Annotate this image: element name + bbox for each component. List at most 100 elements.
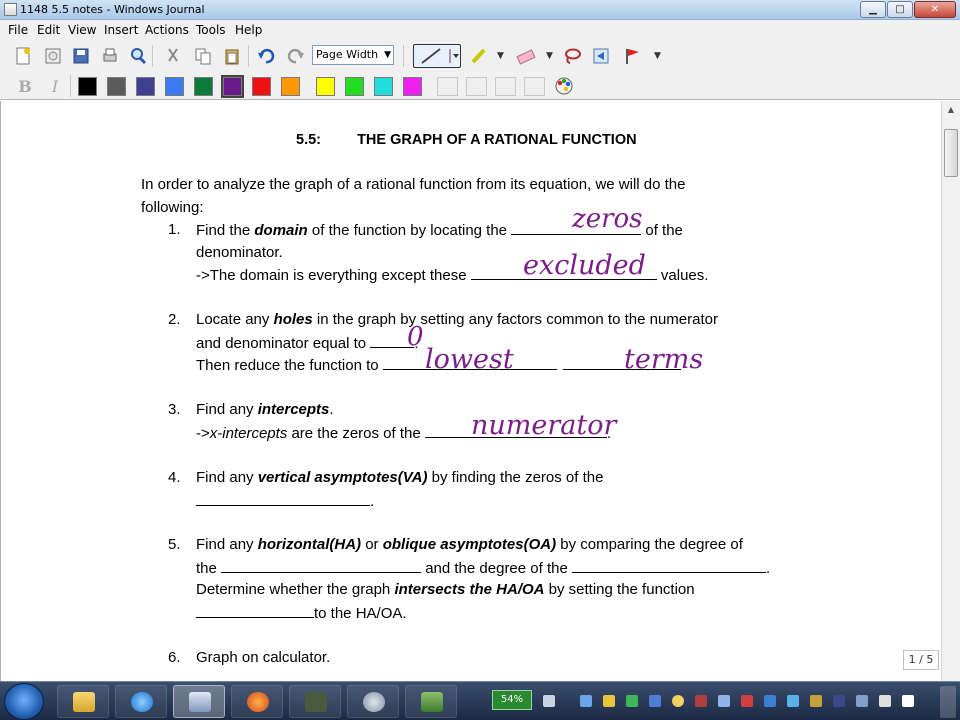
menu-help[interactable]: Help <box>235 23 262 37</box>
intro-line: following: <box>141 199 204 216</box>
color-swatch-green[interactable] <box>194 77 213 96</box>
tray-icon[interactable] <box>695 695 707 707</box>
close-button[interactable]: ✕ <box>914 1 956 18</box>
scroll-up-icon[interactable]: ▲ <box>942 101 960 119</box>
color-swatch-yellow[interactable] <box>316 77 335 96</box>
eraser-icon[interactable] <box>515 45 537 67</box>
chevron-down-icon[interactable]: ▼ <box>546 51 553 61</box>
menu-tools[interactable]: Tools <box>196 23 226 37</box>
undo-icon[interactable] <box>255 45 277 67</box>
intro-line: In order to analyze the graph of a ratio… <box>141 176 686 193</box>
tray-icon[interactable] <box>580 695 592 707</box>
volume-icon[interactable] <box>902 695 914 707</box>
color-swatch-blue[interactable] <box>165 77 184 96</box>
bold-icon[interactable]: B <box>14 75 36 97</box>
list-item-line: denominator. <box>196 244 283 261</box>
pen-width-slot[interactable] <box>524 77 545 96</box>
pen-width-slot[interactable] <box>466 77 487 96</box>
taskbar-app[interactable] <box>347 685 399 718</box>
list-number: 6. <box>168 649 181 666</box>
ie-icon <box>131 692 153 712</box>
pen-width-slot[interactable] <box>437 77 458 96</box>
tray-icon[interactable] <box>787 695 799 707</box>
find-icon[interactable] <box>127 45 149 67</box>
lasso-select-icon[interactable] <box>561 45 583 67</box>
paste-icon[interactable] <box>221 45 243 67</box>
pen-width-slot[interactable] <box>495 77 516 96</box>
taskbar-app[interactable] <box>405 685 457 718</box>
tray-icon[interactable] <box>603 695 615 707</box>
tray-icon[interactable] <box>833 695 845 707</box>
minimize-button[interactable]: ▁ <box>860 1 886 18</box>
folder-icon <box>73 692 95 712</box>
color-swatch-purple-selected[interactable] <box>221 75 244 98</box>
menu-edit[interactable]: Edit <box>37 23 60 37</box>
color-swatch-orange[interactable] <box>281 77 300 96</box>
save-icon[interactable] <box>70 45 92 67</box>
taskbar-internet-explorer[interactable] <box>115 685 167 718</box>
flag-icon[interactable] <box>621 45 643 67</box>
taskbar: 54% <box>0 681 960 720</box>
zoom-dropdown[interactable]: Page Width ▼ <box>312 45 394 65</box>
color-swatch-navy[interactable] <box>136 77 155 96</box>
battery-indicator[interactable]: 54% <box>492 690 532 710</box>
color-swatch-gray[interactable] <box>107 77 126 96</box>
vertical-scrollbar[interactable]: ▲ <box>941 101 960 681</box>
scroll-thumb[interactable] <box>944 129 958 177</box>
window-title: 1148 5.5 notes - Windows Journal <box>20 3 205 16</box>
menu-actions[interactable]: Actions <box>145 23 189 37</box>
highlighter-icon[interactable] <box>468 45 490 67</box>
color-swatch-black[interactable] <box>78 77 97 96</box>
italic-icon[interactable]: I <box>44 75 66 97</box>
journal-icon <box>189 692 211 712</box>
tray-icon[interactable] <box>649 695 661 707</box>
taskbar-app[interactable] <box>289 685 341 718</box>
chevron-down-icon: ▼ <box>384 50 391 60</box>
new-note-icon[interactable] <box>12 45 34 67</box>
tray-icon[interactable] <box>856 695 868 707</box>
standard-toolbar: Page Width ▼ ▼ ▼ ▼ <box>0 40 960 72</box>
page-title: 5.5: THE GRAPH OF A RATIONAL FUNCTION <box>296 132 637 148</box>
menu-view[interactable]: View <box>68 23 96 37</box>
taskbar-firefox[interactable] <box>231 685 283 718</box>
show-desktop-button[interactable] <box>940 686 956 718</box>
color-swatch-lime[interactable] <box>345 77 364 96</box>
color-swatch-cyan[interactable] <box>374 77 393 96</box>
firefox-icon <box>247 692 269 712</box>
chevron-down-icon[interactable]: ▼ <box>497 51 504 61</box>
tray-icon[interactable] <box>741 695 753 707</box>
copy-icon[interactable] <box>192 45 214 67</box>
journal-app-icon <box>4 3 17 16</box>
start-button[interactable] <box>4 683 44 720</box>
chevron-down-icon[interactable]: ▼ <box>654 51 661 61</box>
list-item-line: . <box>196 492 374 510</box>
list-item: Locate any holes in the graph by setting… <box>196 311 718 328</box>
pen-tool-button[interactable] <box>413 44 461 68</box>
menu-file[interactable]: File <box>8 23 28 37</box>
handwritten-answer: numerator <box>471 410 617 441</box>
insert-space-icon[interactable] <box>590 45 612 67</box>
handwritten-answer: excluded <box>523 250 646 281</box>
cut-icon[interactable] <box>162 45 184 67</box>
tray-icon[interactable] <box>543 695 555 707</box>
tray-icon[interactable] <box>672 695 684 707</box>
taskbar-explorer[interactable] <box>57 685 109 718</box>
tray-icon[interactable] <box>718 695 730 707</box>
maximize-button[interactable]: □ <box>887 1 913 18</box>
redo-icon[interactable] <box>285 45 307 67</box>
open-folder-icon[interactable] <box>42 45 64 67</box>
list-item: Find any horizontal(HA) or oblique asymp… <box>196 536 743 553</box>
tray-icon[interactable] <box>810 695 822 707</box>
taskbar-windows-journal[interactable] <box>173 685 225 718</box>
tray-icon[interactable] <box>626 695 638 707</box>
toolbar-separator <box>70 75 71 97</box>
color-swatch-magenta[interactable] <box>403 77 422 96</box>
network-icon[interactable] <box>879 695 891 707</box>
print-icon[interactable] <box>99 45 121 67</box>
tray-icon[interactable] <box>764 695 776 707</box>
color-palette-icon[interactable] <box>553 75 575 97</box>
menu-bar: File Edit View Insert Actions Tools Help <box>0 20 960 40</box>
color-swatch-red[interactable] <box>252 77 271 96</box>
page-indicator: 1 / 5 <box>903 650 939 670</box>
menu-insert[interactable]: Insert <box>104 23 138 37</box>
